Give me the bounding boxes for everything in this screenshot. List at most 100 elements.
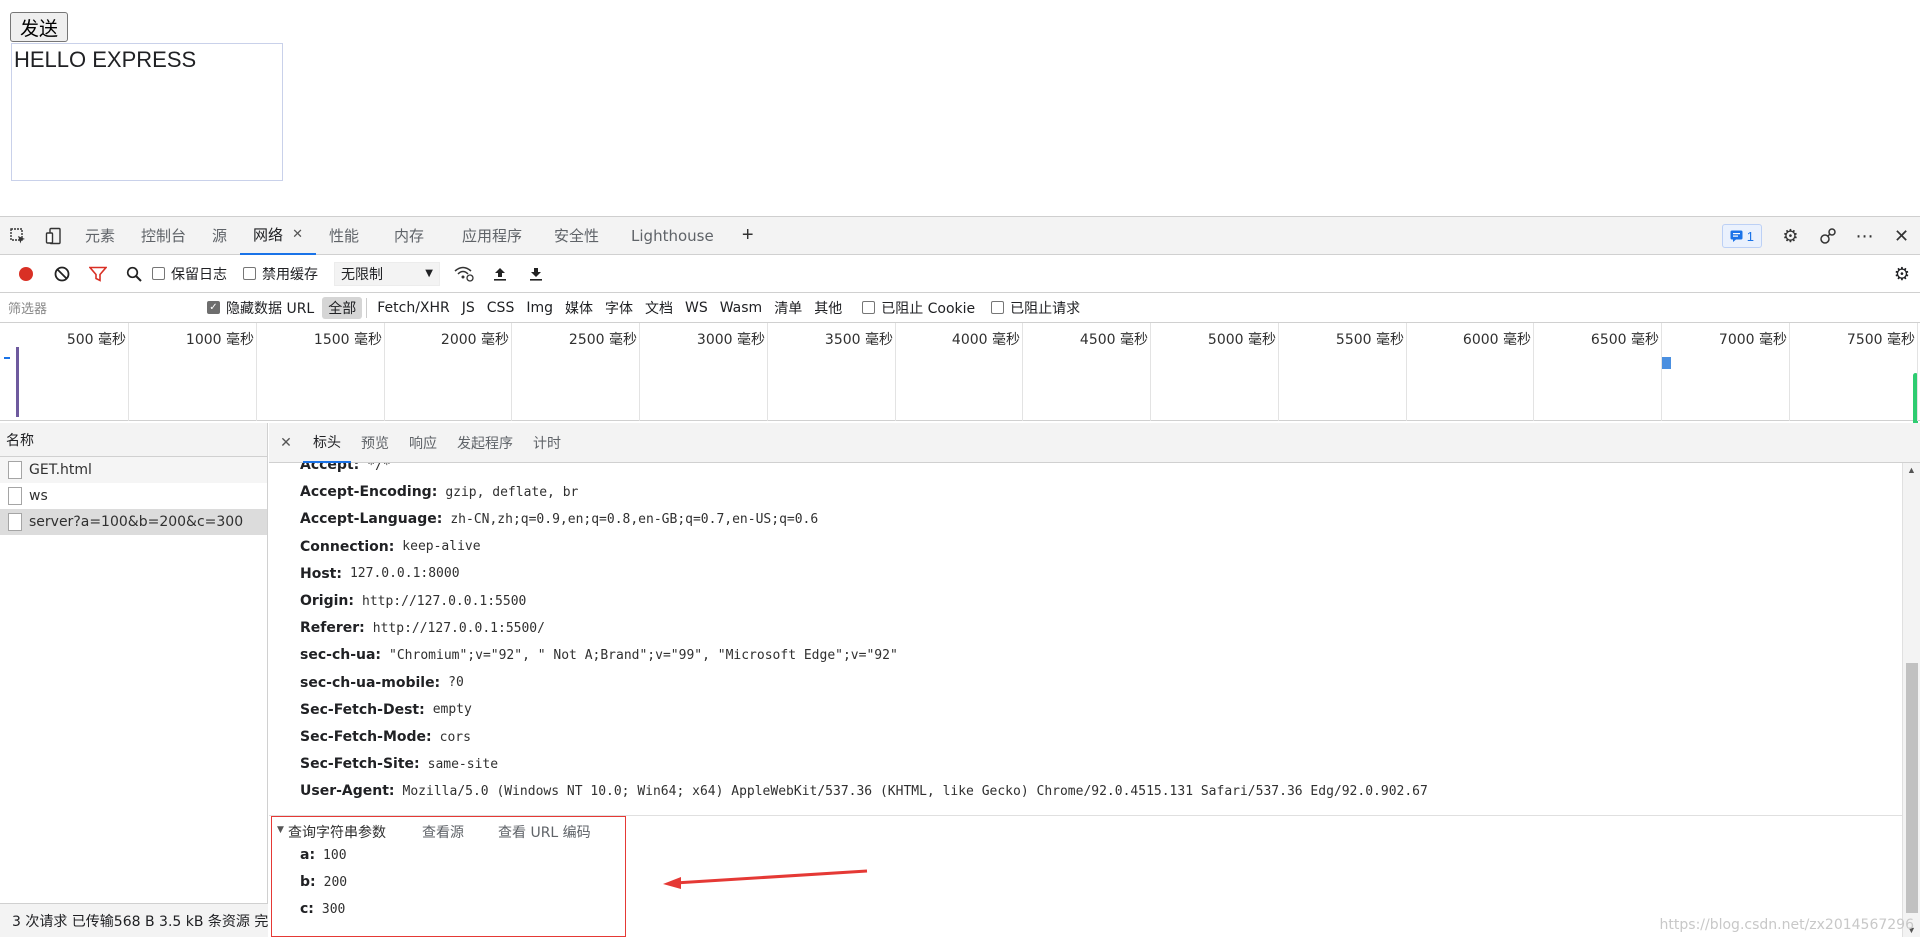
network-settings-icon[interactable]: ⚙ (1894, 255, 1910, 293)
blocked-cookies-checkbox[interactable]: 已阻止 Cookie (862, 298, 975, 318)
network-timeline[interactable]: 500 毫秒 1000 毫秒 1500 毫秒 2000 毫秒 2500 毫秒 3000 毫… (0, 323, 1920, 429)
filter-icon[interactable] (80, 255, 116, 293)
tab-initiator[interactable]: 发起程序 (447, 423, 523, 463)
tab-timing[interactable]: 计时 (523, 423, 571, 463)
network-conditions-icon[interactable] (446, 255, 482, 293)
tab-application[interactable]: 应用程序 (446, 217, 538, 255)
checkbox-box[interactable] (991, 301, 1005, 314)
gear-icon[interactable]: ⚙ (1772, 217, 1809, 255)
header-key: sec-ch-ua: (300, 647, 382, 664)
download-icon[interactable] (518, 255, 554, 293)
close-icon[interactable]: ✕ (292, 227, 303, 242)
filter-type-img[interactable]: Img (520, 297, 559, 319)
header-row: sec-ch-ua-mobile: ?0 (300, 672, 464, 694)
tab-security[interactable]: 安全性 (538, 217, 615, 255)
header-value: http://127.0.0.1:5500/ (372, 620, 545, 636)
timeline-request-bar (1662, 357, 1671, 369)
query-string-section: ▼ 查询字符串参数 查看源 查看 URL 编码 a: 100 b: 200 c: 30… (271, 816, 626, 937)
timeline-gridline (1022, 323, 1023, 421)
tab-response[interactable]: 响应 (399, 423, 447, 463)
filter-type-manifest[interactable]: 清单 (768, 297, 808, 319)
throttle-select[interactable]: 无限制 ▼ (334, 261, 440, 286)
header-key: Host: (300, 565, 342, 582)
filter-type-ws[interactable]: WS (679, 297, 714, 319)
tab-network[interactable]: 网络 ✕ (240, 217, 316, 255)
timeline-gridline (256, 323, 257, 421)
scroll-up-arrow-icon[interactable]: ▲ (1907, 465, 1916, 475)
timeline-tick-label: 500 毫秒 (66, 332, 126, 348)
header-value: keep-alive (402, 539, 481, 555)
close-devtools-icon[interactable]: ✕ (1883, 217, 1920, 255)
header-row: Referer: http://127.0.0.1:5500/ (300, 617, 545, 639)
filter-input[interactable]: 筛选器 (2, 294, 207, 321)
timeline-tick-label: 3500 毫秒 (824, 332, 893, 348)
filter-type-media[interactable]: 媒体 (559, 297, 599, 319)
disable-cache-checkbox[interactable]: 禁用缓存 (243, 264, 318, 284)
timeline-tick-label: 4000 毫秒 (951, 332, 1020, 348)
header-key: User-Agent: (300, 783, 395, 800)
filter-type-font[interactable]: 字体 (599, 297, 639, 319)
filter-type-js[interactable]: JS (456, 297, 481, 319)
request-row[interactable]: ws (0, 483, 267, 509)
filter-type-fetch-xhr[interactable]: Fetch/XHR (371, 297, 456, 319)
request-list-header[interactable]: 名称 (0, 423, 267, 457)
clear-icon[interactable] (44, 255, 80, 293)
tab-headers[interactable]: 标头 (303, 423, 351, 463)
tab-console[interactable]: 控制台 (128, 217, 199, 255)
request-row[interactable]: GET.html (0, 457, 267, 483)
header-value: 127.0.0.1:8000 (349, 566, 460, 582)
detail-scrollbar[interactable]: ▲ ▼ (1902, 463, 1920, 937)
tab-performance[interactable]: 性能 (316, 217, 372, 255)
upload-icon[interactable] (482, 255, 518, 293)
timeline-gridline (384, 323, 385, 421)
checkbox-box[interactable] (243, 267, 256, 280)
filter-type-other[interactable]: 其他 (808, 297, 848, 319)
request-row-selected[interactable]: server?a=100&b=200&c=300 (0, 509, 267, 535)
tab-memory[interactable]: 内存 (372, 217, 446, 255)
more-options-icon[interactable]: ⋯ (1846, 217, 1883, 255)
view-url-encoded-link[interactable]: 查看 URL 编码 (498, 822, 591, 842)
header-row: Sec-Fetch-Mode: cors (300, 726, 471, 748)
scrollbar-thumb[interactable] (1906, 663, 1918, 913)
filter-type-wasm[interactable]: Wasm (714, 297, 768, 319)
preserve-log-checkbox[interactable]: 保留日志 (152, 264, 227, 284)
issues-badge[interactable]: 1 (1721, 224, 1762, 248)
header-key: Accept-Encoding: (300, 484, 438, 501)
checkbox-box-checked[interactable]: ✓ (207, 301, 220, 314)
customize-icon[interactable] (1809, 217, 1846, 255)
tab-elements[interactable]: 元素 (72, 217, 128, 255)
timeline-tick-label: 2000 毫秒 (440, 332, 509, 348)
tab-sources[interactable]: 源 (199, 217, 240, 255)
header-key: Sec-Fetch-Dest: (300, 701, 425, 718)
timeline-gridline (639, 323, 640, 421)
filter-type-doc[interactable]: 文档 (639, 297, 679, 319)
search-icon[interactable] (116, 255, 152, 293)
filter-type-all[interactable]: 全部 (322, 296, 363, 319)
header-key: Sec-Fetch-Site: (300, 756, 420, 773)
device-toolbar-icon[interactable] (36, 217, 72, 255)
checkbox-box[interactable] (152, 267, 165, 280)
record-icon[interactable] (8, 255, 44, 293)
checkbox-box[interactable] (862, 301, 876, 314)
detail-tabbar: ✕ 标头 预览 响应 发起程序 计时 (269, 423, 1920, 463)
header-row: Accept: */* (300, 463, 391, 476)
header-key: Accept: (300, 463, 360, 473)
plus-icon[interactable]: + (730, 217, 766, 255)
timeline-tick-label: 1500 毫秒 (313, 332, 382, 348)
hide-data-urls-checkbox[interactable]: ✓ 隐藏数据 URL (207, 298, 314, 318)
network-bottom-area: 名称 GET.html ws server?a=100&b=200&c=300 … (0, 423, 1920, 937)
view-source-link[interactable]: 查看源 (422, 822, 464, 842)
blocked-requests-checkbox[interactable]: 已阻止请求 (991, 298, 1080, 318)
timeline-gridline (1533, 323, 1534, 421)
tab-lighthouse[interactable]: Lighthouse (615, 217, 730, 255)
triangle-down-icon[interactable]: ▼ (277, 825, 284, 835)
header-value: "Chromium";v="92", " Not A;Brand";v="99"… (389, 647, 898, 663)
header-key: sec-ch-ua-mobile: (300, 674, 441, 691)
send-button[interactable]: 发送 (10, 12, 68, 42)
close-detail-icon[interactable]: ✕ (269, 434, 303, 451)
query-string-title[interactable]: 查询字符串参数 (288, 822, 386, 842)
header-key: Connection: (300, 538, 395, 555)
filter-type-css[interactable]: CSS (481, 297, 521, 319)
tab-preview[interactable]: 预览 (351, 423, 399, 463)
inspect-element-icon[interactable] (0, 217, 36, 255)
